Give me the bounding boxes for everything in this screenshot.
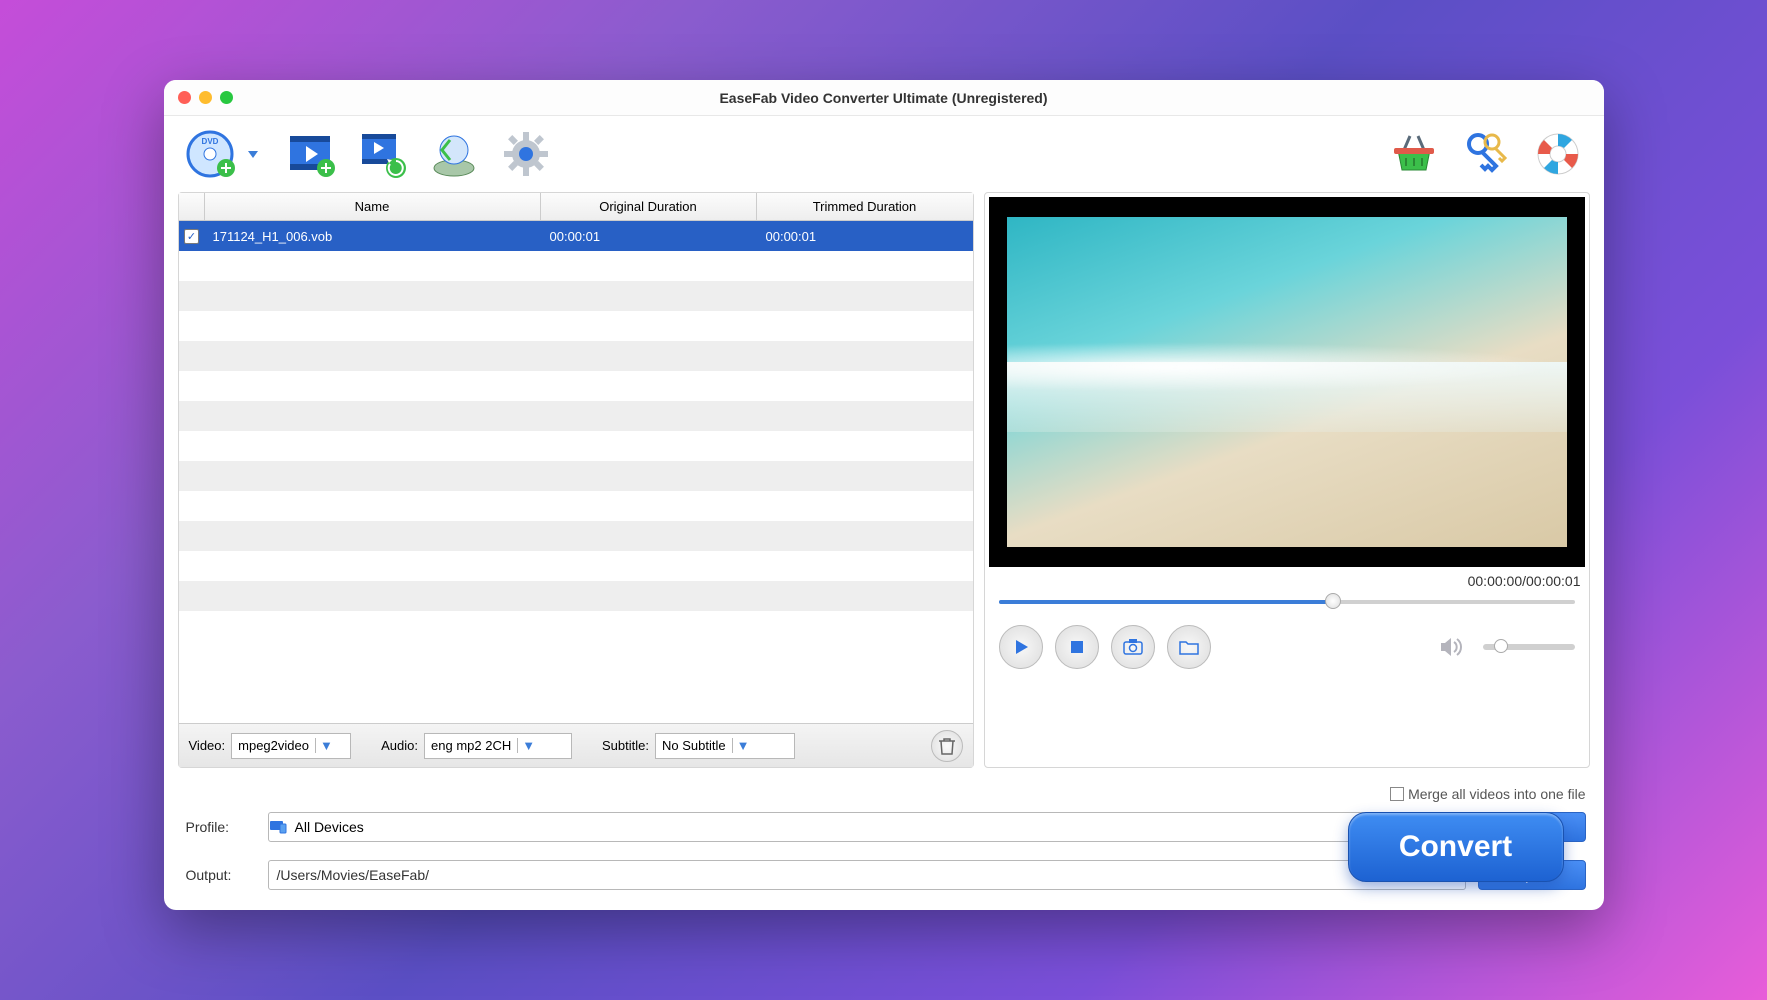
seek-slider-wrap <box>989 593 1585 617</box>
column-trimmed-duration[interactable]: Trimmed Duration <box>757 193 973 220</box>
play-icon <box>1012 638 1030 656</box>
table-row-empty <box>179 491 973 521</box>
output-path-field[interactable]: /Users/Movies/EaseFab/ <box>268 860 1466 890</box>
trash-icon <box>939 737 955 755</box>
add-video-folder-button[interactable] <box>354 126 410 182</box>
preview-time: 00:00:00/00:00:01 <box>989 567 1585 593</box>
row-name: 171124_H1_006.vob <box>205 229 541 244</box>
shopping-basket-icon <box>1390 130 1438 178</box>
convert-button[interactable]: Convert <box>1348 812 1564 882</box>
video-label: Video: <box>189 738 226 753</box>
buy-button[interactable] <box>1386 126 1442 182</box>
table-row-empty <box>179 341 973 371</box>
audio-value: eng mp2 2CH <box>425 738 517 753</box>
chevron-down-icon: ▼ <box>517 738 539 753</box>
column-checkbox[interactable] <box>179 193 205 220</box>
seek-slider[interactable] <box>999 597 1575 607</box>
download-button[interactable] <box>426 126 482 182</box>
download-icon <box>428 128 480 180</box>
app-window: EaseFab Video Converter Ultimate (Unregi… <box>164 80 1604 910</box>
column-original-duration[interactable]: Original Duration <box>541 193 757 220</box>
folder-icon <box>1179 639 1199 655</box>
chevron-down-icon: ▼ <box>732 738 754 753</box>
preview-viewport <box>989 197 1585 567</box>
video-value: mpeg2video <box>232 738 315 753</box>
seek-thumb[interactable] <box>1325 593 1341 609</box>
life-ring-icon <box>1534 130 1582 178</box>
snapshot-button[interactable] <box>1111 625 1155 669</box>
audio-label: Audio: <box>381 738 418 753</box>
table-rows: ✓ 171124_H1_006.vob 00:00:01 00:00:01 <box>179 221 973 723</box>
row-checkbox[interactable]: ✓ <box>184 229 199 244</box>
stop-button[interactable] <box>1055 625 1099 669</box>
subtitle-value: No Subtitle <box>656 738 732 753</box>
open-snapshot-folder-button[interactable] <box>1167 625 1211 669</box>
file-list-panel: Name Original Duration Trimmed Duration … <box>178 192 974 768</box>
subtitle-label: Subtitle: <box>602 738 649 753</box>
table-row-empty <box>179 401 973 431</box>
profile-label: Profile: <box>186 819 256 835</box>
stop-icon <box>1069 639 1085 655</box>
audio-select[interactable]: eng mp2 2CH ▼ <box>424 733 572 759</box>
table-row-empty <box>179 311 973 341</box>
table-row-empty <box>179 251 973 281</box>
preview-panel: 00:00:00/00:00:01 <box>984 192 1590 768</box>
chevron-down-icon: ▼ <box>315 738 337 753</box>
table-row[interactable]: ✓ 171124_H1_006.vob 00:00:01 00:00:01 <box>179 221 973 251</box>
camera-icon <box>1123 639 1143 655</box>
table-row-empty <box>179 281 973 311</box>
devices-icon <box>269 820 293 834</box>
table-row-empty <box>179 551 973 581</box>
window-title: EaseFab Video Converter Ultimate (Unregi… <box>164 90 1604 106</box>
row-trimmed-duration: 00:00:01 <box>757 229 973 244</box>
table-header: Name Original Duration Trimmed Duration <box>179 193 973 221</box>
preview-image <box>1007 217 1567 547</box>
volume-icon <box>1439 636 1463 658</box>
load-disc-icon: DVD <box>184 128 236 180</box>
svg-text:DVD: DVD <box>201 137 218 146</box>
settings-gear-icon <box>500 128 552 180</box>
video-select[interactable]: mpeg2video ▼ <box>231 733 351 759</box>
volume-slider[interactable] <box>1483 644 1575 650</box>
register-button[interactable] <box>1458 126 1514 182</box>
profile-select[interactable]: All Devices ▼ <box>268 812 1466 842</box>
settings-gear-button[interactable] <box>498 126 554 182</box>
table-row-empty <box>179 581 973 611</box>
add-video-folder-icon <box>356 128 408 180</box>
output-label: Output: <box>186 867 256 883</box>
load-disc-button[interactable]: DVD <box>182 126 238 182</box>
add-video-icon <box>284 128 336 180</box>
add-video-button[interactable] <box>282 126 338 182</box>
volume-thumb[interactable] <box>1494 639 1508 653</box>
player-controls <box>989 617 1585 677</box>
volume-button[interactable] <box>1439 636 1463 658</box>
subtitle-select[interactable]: No Subtitle ▼ <box>655 733 795 759</box>
profile-value: All Devices <box>293 819 1441 835</box>
table-row-empty <box>179 461 973 491</box>
keys-icon <box>1462 130 1510 178</box>
table-row-empty <box>179 521 973 551</box>
track-select-bar: Video: mpeg2video ▼ Audio: eng mp2 2CH ▼… <box>179 723 973 767</box>
table-row-empty <box>179 371 973 401</box>
play-button[interactable] <box>999 625 1043 669</box>
titlebar: EaseFab Video Converter Ultimate (Unregi… <box>164 80 1604 116</box>
table-row-empty <box>179 431 973 461</box>
column-name[interactable]: Name <box>205 193 541 220</box>
merge-checkbox[interactable] <box>1390 787 1404 801</box>
main-toolbar: DVD <box>164 116 1604 192</box>
output-path-value: /Users/Movies/EaseFab/ <box>269 867 1439 883</box>
delete-button[interactable] <box>931 730 963 762</box>
load-disc-dropdown[interactable] <box>248 151 258 158</box>
row-original-duration: 00:00:01 <box>541 229 757 244</box>
content-area: Name Original Duration Trimmed Duration … <box>164 192 1604 778</box>
help-button[interactable] <box>1530 126 1586 182</box>
merge-label: Merge all videos into one file <box>1408 786 1585 802</box>
merge-row: Merge all videos into one file <box>164 778 1604 802</box>
